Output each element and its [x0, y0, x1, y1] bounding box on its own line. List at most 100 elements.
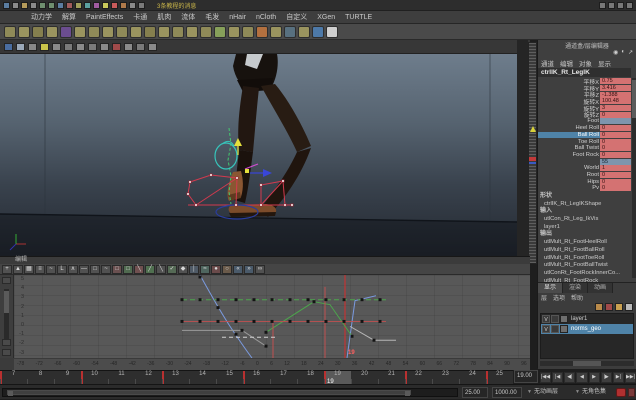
shelf-tool-icon[interactable] [214, 26, 226, 38]
snap-curve-icon[interactable] [66, 2, 73, 9]
channel-attribute-value[interactable]: 0 [600, 152, 631, 158]
channel-box-menu-item[interactable]: 显示 [598, 58, 611, 68]
menu-item[interactable]: 卡通 [128, 12, 152, 22]
shelf-tool-icon[interactable] [46, 26, 58, 38]
playback-end-field[interactable]: 25.00 [462, 387, 488, 398]
menu-item[interactable]: nCloth [251, 14, 281, 21]
shelf-tool-icon[interactable] [228, 26, 240, 38]
channel-box-menu-item[interactable]: 对象 [579, 58, 592, 68]
timeline-frame-cell[interactable]: 20 [351, 371, 378, 384]
graph-x-label[interactable]: -66 [54, 362, 61, 367]
animation-preferences-icon[interactable] [628, 388, 635, 397]
channel-attribute-row[interactable]: Foot Rock0 [538, 152, 631, 159]
menu-item[interactable]: 毛发 [200, 12, 224, 22]
channel-attribute-value[interactable]: 0 [600, 145, 631, 151]
layer-name[interactable]: norms_geo [571, 326, 601, 332]
channel-attribute-row[interactable]: Hips0 [538, 178, 631, 185]
image-plane-icon[interactable] [52, 43, 61, 51]
graph-x-label[interactable]: 12 [284, 362, 290, 367]
time-snap-icon[interactable]: │ [189, 265, 199, 274]
channelbox-node-item[interactable]: utlMult_Rt_FootBallTwist [538, 262, 631, 270]
layer-editor-tab[interactable]: 显示 [538, 283, 563, 293]
timeline-frame-cell[interactable]: 16 [243, 371, 270, 384]
tutorial-message-text[interactable]: 3条教程的消息 [157, 1, 196, 10]
shelf-tool-icon[interactable] [144, 26, 156, 38]
selected-object-name[interactable]: ctrlIK_Rt_LegIK [538, 68, 631, 77]
shelf-tool-icon[interactable] [32, 26, 44, 38]
graph-curve-area[interactable]: 543210-1-2-3 19 [14, 275, 530, 358]
auto-key-icon[interactable] [616, 388, 626, 397]
graph-x-label[interactable]: 42 [369, 362, 375, 367]
menu-item[interactable]: PaintEffects [81, 14, 128, 21]
graph-y-label[interactable]: 2 [14, 305, 25, 311]
channel-attribute-row[interactable]: Pv0 [538, 185, 631, 192]
menu-item[interactable]: nHair [224, 14, 251, 21]
timeline-frame-cell[interactable]: 18 [297, 371, 324, 384]
timeline-frame-cell[interactable]: 22 [405, 371, 432, 384]
menu-item[interactable]: 自定义 [281, 12, 312, 22]
anim-layer-dropdown[interactable]: ▼无动画层 [527, 387, 558, 398]
channelbox-manip-icon[interactable]: ↗ [628, 49, 633, 56]
menu-item[interactable]: XGen [312, 14, 340, 21]
shelf-tool-icon[interactable] [88, 26, 100, 38]
graph-x-label[interactable]: 36 [352, 362, 358, 367]
timeline-frame-cell[interactable]: 25 [486, 371, 513, 384]
layer-editor-menu-item[interactable]: 层 [541, 293, 547, 302]
channelbox-node-item[interactable]: utlConRt_FootRockInnerCo... [538, 270, 631, 278]
shelf-tool-icon[interactable] [298, 26, 310, 38]
layer-color-swatch[interactable] [560, 325, 568, 333]
display-mode-icon[interactable] [138, 2, 145, 9]
graph-x-label[interactable]: 54 [403, 362, 409, 367]
play-forwards-button[interactable]: ▶ [589, 372, 600, 383]
channelbox-hyperbolic-icon[interactable]: ◐ [621, 49, 625, 56]
spline-tangent-icon[interactable]: ~ [46, 265, 56, 274]
graph-x-label[interactable]: -42 [129, 362, 136, 367]
free-tangent-weight-icon[interactable]: ╲ [156, 265, 166, 274]
shelf-tool-icon[interactable] [312, 26, 324, 38]
keyframe-points[interactable] [181, 275, 382, 347]
graph-x-label[interactable]: 90 [504, 362, 510, 367]
auto-tangent-icon[interactable]: ◆ [178, 265, 188, 274]
layer-editor-tab[interactable]: 动画 [588, 283, 613, 293]
step-back-frame-button[interactable]: |◀ [552, 372, 563, 383]
channel-attribute-value[interactable]: 0 [600, 179, 631, 185]
channelbox-node-item[interactable]: utlMult_Rt_FootToeRoll [538, 255, 631, 263]
clamped-tangent-icon[interactable]: L [57, 265, 67, 274]
show-channel-box-icon[interactable] [617, 2, 624, 9]
camera-lock-icon[interactable] [28, 43, 37, 51]
channel-box-scrollbar[interactable] [632, 78, 636, 278]
redo-icon[interactable] [48, 2, 55, 9]
menu-item[interactable]: 动力学 [26, 12, 57, 22]
textured-icon[interactable] [112, 43, 121, 51]
step-back-key-button[interactable]: ◀| [564, 372, 575, 383]
layer-row[interactable]: Vlayer1 [541, 314, 633, 324]
shelf-tool-icon[interactable] [256, 26, 268, 38]
range-slider[interactable] [2, 388, 458, 397]
shelf-tool-icon[interactable] [18, 26, 30, 38]
graph-x-label[interactable]: 18 [301, 362, 307, 367]
layer-editor-menu-item[interactable]: 帮助 [571, 293, 583, 302]
timeline-frame-cell[interactable]: 15 [216, 371, 243, 384]
channelbox-node-item[interactable]: utlMult_Rt_FootBallRoll [538, 247, 631, 255]
menu-item[interactable]: 流体 [176, 12, 200, 22]
current-time-field[interactable]: 19.00 [514, 370, 538, 383]
graph-x-label[interactable]: 78 [470, 362, 476, 367]
range-start-handle[interactable] [8, 391, 13, 396]
channel-attribute-value[interactable]: 3 [600, 105, 631, 111]
ipr-render-icon[interactable] [120, 2, 127, 9]
make-live-icon[interactable] [93, 2, 100, 9]
channel-attribute-value[interactable]: 0 [600, 125, 631, 131]
go-to-end-button[interactable]: ▶▶| [625, 372, 636, 383]
undo-icon[interactable] [39, 2, 46, 9]
layer-playback-toggle[interactable] [551, 315, 559, 323]
channel-attribute-value[interactable]: 0.75 [600, 78, 631, 84]
graph-y-label[interactable]: -2 [14, 341, 25, 347]
shelf-tool-icon[interactable] [270, 26, 282, 38]
graph-move-keys-icon[interactable]: + [2, 265, 12, 274]
shelf-tool-icon[interactable] [172, 26, 184, 38]
view-menu-icon[interactable] [4, 43, 13, 51]
channel-attribute-row[interactable]: World1 [538, 165, 631, 172]
graph-x-label[interactable]: -24 [184, 362, 191, 367]
graph-editor-menu[interactable]: 编辑 [0, 257, 530, 264]
render-settings-icon[interactable] [129, 2, 136, 9]
